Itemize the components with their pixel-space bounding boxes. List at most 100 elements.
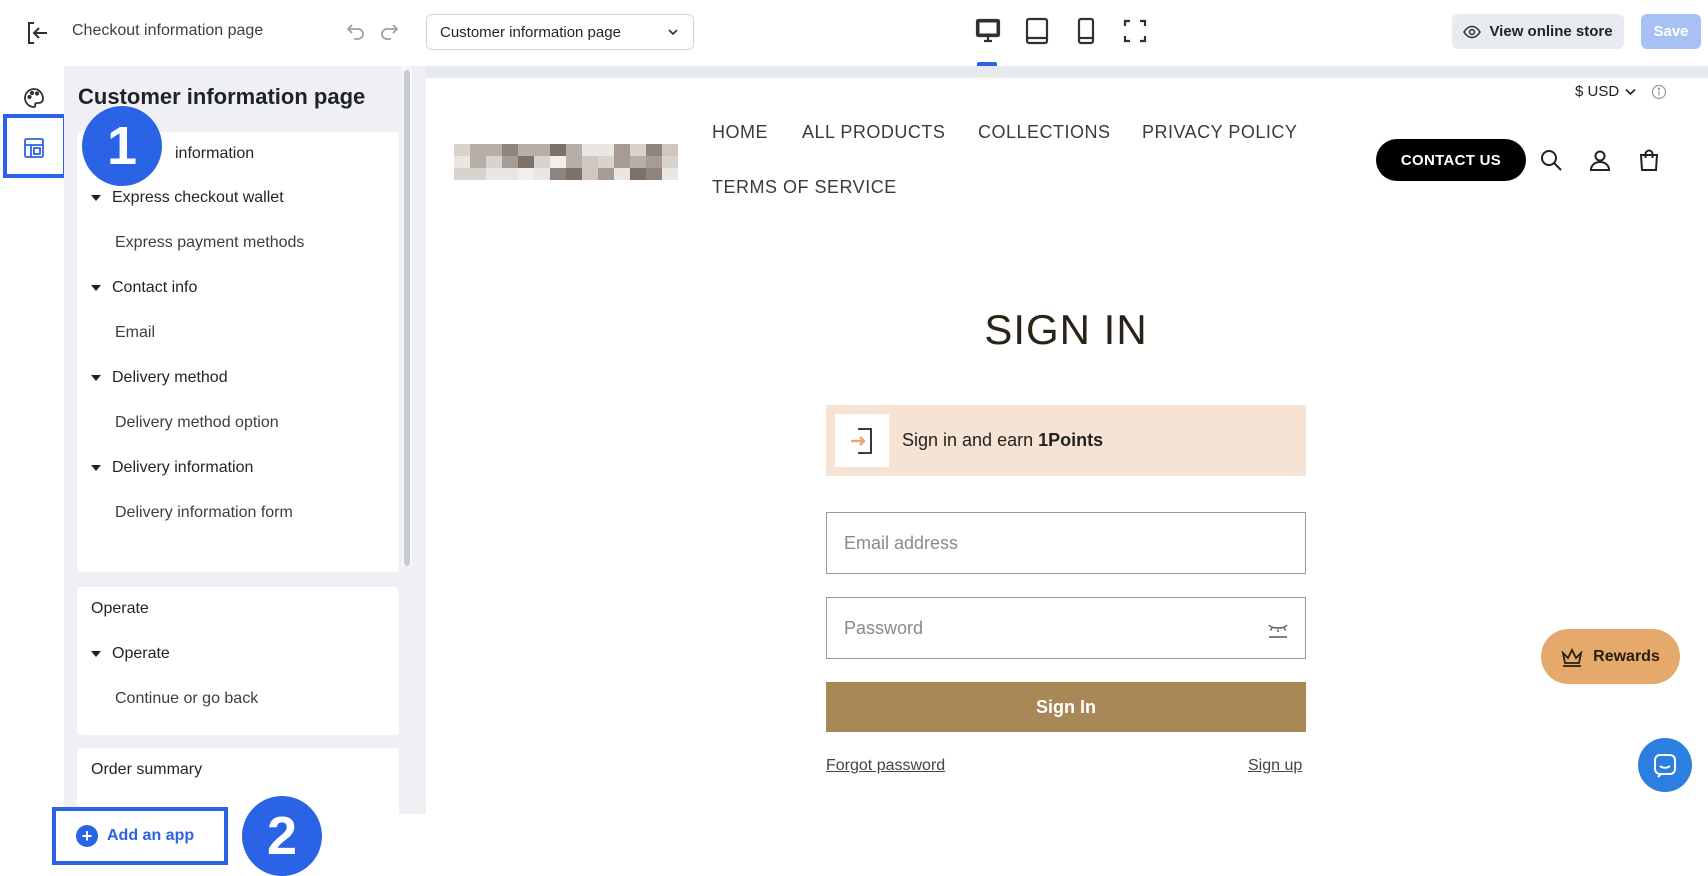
rewards-button[interactable]: Rewards [1541, 629, 1680, 684]
logo-pixel [518, 168, 534, 180]
redo-icon[interactable] [378, 20, 400, 42]
logo-pixel [662, 168, 678, 180]
plus-icon: + [76, 825, 98, 847]
page-select[interactable]: Customer information page [426, 14, 694, 50]
undo-icon[interactable] [345, 20, 367, 42]
logo-pixel [598, 144, 614, 156]
tree-item[interactable]: Delivery information [77, 446, 399, 490]
logo-pixel [598, 156, 614, 168]
logo-pixel [534, 168, 550, 180]
hide-password-icon[interactable] [1267, 617, 1289, 639]
logo-pixel [550, 144, 566, 156]
tree-item-label: Contact info [112, 279, 198, 296]
logo-pixel [614, 144, 630, 156]
logo-pixel [470, 156, 486, 168]
caret-down-icon [91, 375, 101, 381]
logo-pixel [582, 144, 598, 156]
earn-points-value: 1Points [1038, 430, 1104, 450]
logo-pixel [662, 144, 678, 156]
tree-item[interactable]: Delivery method option [77, 401, 399, 445]
tree-item[interactable]: Operate [77, 632, 399, 676]
panel-scrollbar[interactable] [404, 70, 410, 566]
logo-pixel [486, 156, 502, 168]
layout-icon [24, 138, 44, 158]
logo-pixel [630, 144, 646, 156]
nav-link-collections[interactable]: COLLECTIONS [978, 122, 1111, 143]
chevron-down-icon [1625, 88, 1636, 95]
section-header[interactable]: Order summary [77, 748, 399, 792]
logo-pixel [470, 168, 486, 180]
logo-pixel [630, 156, 646, 168]
caret-down-icon [91, 195, 101, 201]
currency-label: $ USD [1575, 83, 1620, 100]
forgot-password-link[interactable]: Forgot password [826, 757, 945, 775]
caret-down-icon [91, 465, 101, 471]
exit-icon[interactable] [25, 20, 51, 46]
mobile-icon[interactable] [1072, 16, 1100, 46]
fullscreen-icon[interactable] [1121, 16, 1149, 46]
logo-pixel [486, 144, 502, 156]
chat-button[interactable] [1638, 738, 1692, 792]
tree-item[interactable]: Contact info [77, 266, 399, 310]
tree-item-label: Email [115, 324, 156, 341]
desktop-icon[interactable] [974, 16, 1002, 46]
logo-pixel [614, 168, 630, 180]
email-field[interactable]: Email address [826, 512, 1306, 574]
logo-pixel [566, 144, 582, 156]
palette-icon[interactable] [22, 86, 46, 110]
section-header[interactable]: Operate [77, 587, 399, 631]
logo-pixel [582, 156, 598, 168]
sign-in-reward-icon [835, 414, 889, 467]
logo-pixel [534, 156, 550, 168]
view-online-store-label: View online store [1489, 23, 1613, 40]
cart-icon[interactable] [1637, 148, 1661, 172]
tree-item[interactable]: Express payment methods [77, 221, 399, 265]
nav-link-all-products[interactable]: ALL PRODUCTS [802, 122, 945, 143]
search-icon[interactable] [1539, 148, 1563, 172]
password-field[interactable]: Password [826, 597, 1306, 659]
eye-icon [1463, 25, 1482, 38]
tree-item[interactable]: Delivery method [77, 356, 399, 400]
section-header-label: Order summary [91, 761, 203, 778]
contact-us-button[interactable]: CONTACT US [1376, 139, 1526, 181]
add-app-button[interactable]: + Add an app [52, 807, 228, 865]
tree-item[interactable]: Email [77, 311, 399, 355]
chevron-down-icon [668, 29, 678, 36]
logo-pixel [582, 168, 598, 180]
logo-pixel [454, 144, 470, 156]
logo-pixel [566, 156, 582, 168]
caret-down-icon [91, 285, 101, 291]
logo-pixel [646, 144, 662, 156]
sign-up-link[interactable]: Sign up [1248, 757, 1302, 775]
tree-item-label: Delivery method [112, 369, 228, 386]
tree-item-label: Delivery information form [115, 504, 293, 521]
tree-item-label: Express checkout wallet [112, 189, 284, 206]
page-name: Checkout information page [72, 22, 264, 39]
account-icon[interactable] [1588, 148, 1612, 172]
section-card-order-summary: Order summary [77, 748, 399, 814]
store-logo[interactable] [454, 144, 678, 180]
tablet-icon[interactable] [1023, 16, 1051, 46]
logo-pixel [470, 144, 486, 156]
view-online-store-button[interactable]: View online store [1452, 14, 1624, 49]
logo-pixel [614, 156, 630, 168]
save-button[interactable]: Save [1641, 14, 1701, 49]
section-header-label: Operate [91, 600, 149, 617]
tree-item[interactable]: Continue or go back [77, 677, 399, 721]
tree-item-label: Delivery method option [115, 414, 279, 431]
section-card-operate: Operate Operate Continue or go back [77, 587, 399, 735]
info-icon[interactable] [1651, 84, 1667, 100]
currency-selector[interactable]: $ USD [1575, 83, 1636, 100]
sign-in-button[interactable]: Sign In [826, 682, 1306, 732]
nav-link-terms-of-service[interactable]: TERMS OF SERVICE [712, 177, 897, 198]
top-bar: Checkout information page Customer infor… [0, 0, 1708, 66]
nav-link-home[interactable]: HOME [712, 122, 768, 143]
logo-pixel [502, 168, 518, 180]
add-app-label: Add an app [107, 827, 195, 844]
logo-pixel [566, 168, 582, 180]
tree-item[interactable]: Delivery information form [77, 491, 399, 535]
nav-link-privacy-policy[interactable]: PRIVACY POLICY [1142, 122, 1297, 143]
logo-pixel [454, 156, 470, 168]
logo-pixel [646, 168, 662, 180]
rewards-label: Rewards [1593, 647, 1660, 665]
